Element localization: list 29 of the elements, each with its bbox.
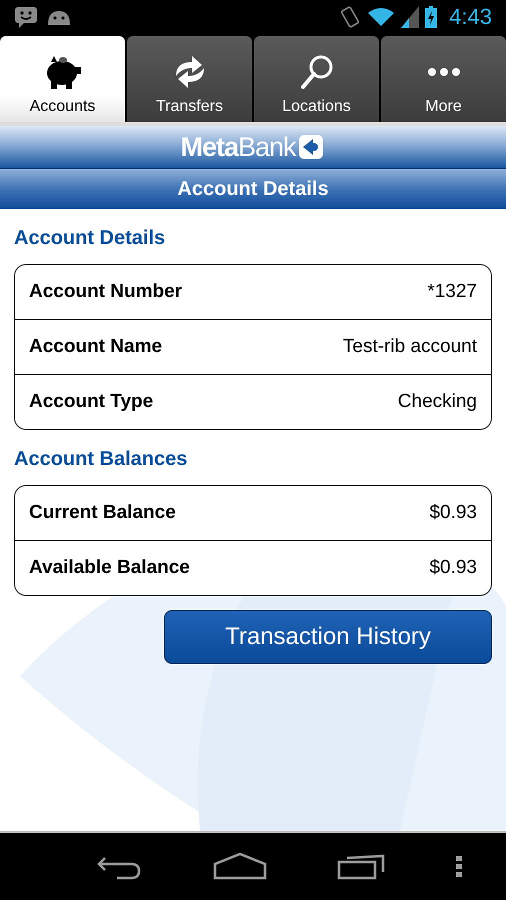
signal-icon bbox=[401, 6, 420, 28]
tab[interactable]: Locations bbox=[254, 36, 379, 122]
recent-apps-icon[interactable] bbox=[336, 852, 386, 882]
field-value: Test-rib account bbox=[342, 336, 477, 358]
menu-icon[interactable] bbox=[456, 856, 462, 878]
clock: 4:43 bbox=[449, 4, 492, 30]
wifi-icon bbox=[367, 6, 396, 28]
vibrate-icon bbox=[339, 5, 362, 29]
field-value: $0.93 bbox=[429, 502, 477, 524]
home-icon[interactable] bbox=[212, 852, 268, 882]
section-heading: Account Balances bbox=[14, 448, 188, 471]
field-label: Current Balance bbox=[29, 502, 176, 524]
section-heading: Account Details bbox=[14, 227, 166, 250]
field-value: Checking bbox=[398, 391, 477, 413]
tab[interactable]: Accounts bbox=[0, 36, 125, 122]
battery-icon bbox=[425, 6, 438, 28]
page-title: Account Details bbox=[177, 178, 329, 200]
tab[interactable]: Transfers bbox=[127, 36, 252, 122]
field-label: Account Name bbox=[29, 336, 162, 358]
field-value: $0.93 bbox=[429, 557, 477, 579]
field-label: Account Number bbox=[29, 281, 182, 303]
logo-text: MetaBank bbox=[180, 132, 296, 162]
message-icon bbox=[14, 6, 40, 28]
logo-icon bbox=[298, 134, 326, 160]
field-label: Account Type bbox=[29, 391, 154, 413]
field-value: *1327 bbox=[427, 281, 477, 303]
transaction-history-button[interactable]: Transaction History bbox=[164, 610, 492, 664]
field-label: Available Balance bbox=[29, 557, 190, 579]
tab[interactable]: More bbox=[381, 36, 506, 122]
